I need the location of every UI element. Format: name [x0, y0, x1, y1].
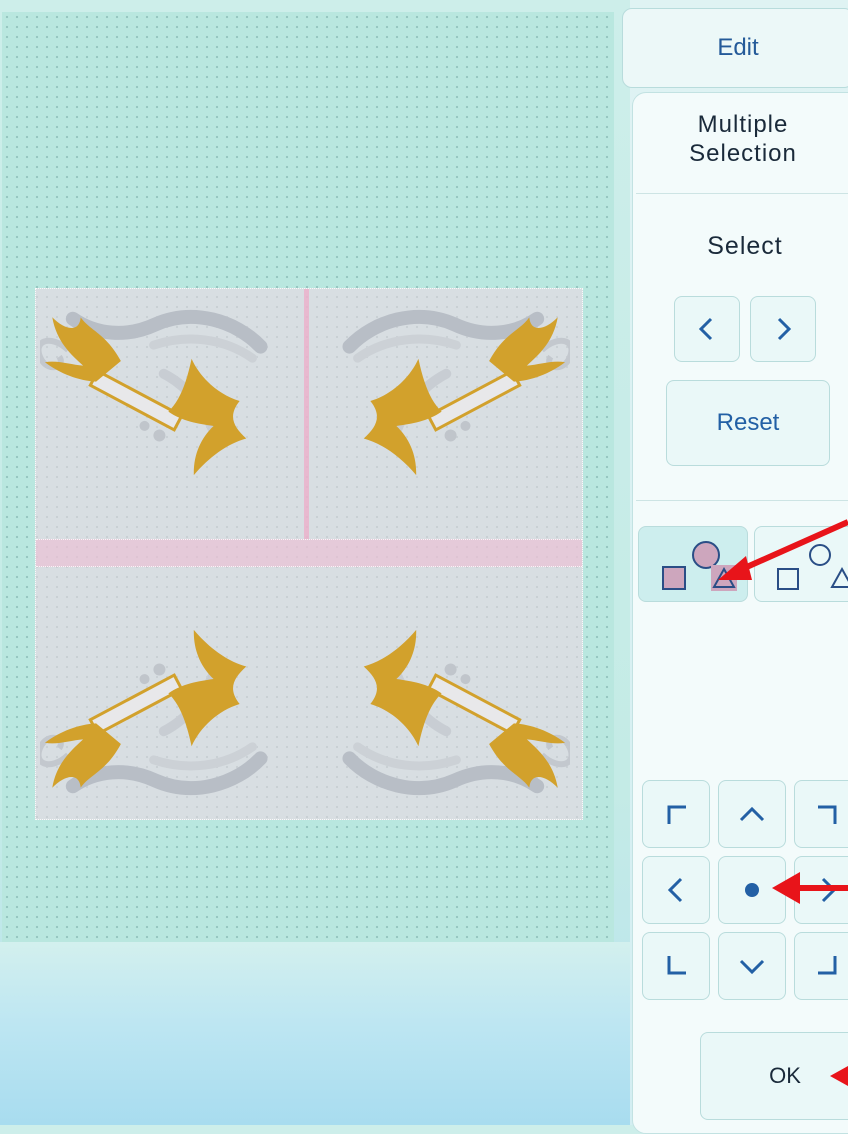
chevron-left-icon: [698, 317, 713, 341]
select-next-button[interactable]: [750, 296, 816, 362]
annotation-arrow-icon: [830, 1066, 848, 1086]
center-dot-icon: [745, 883, 759, 897]
move-left-button[interactable]: [642, 856, 710, 924]
chevron-up-icon: [739, 806, 765, 822]
tab-edit[interactable]: Edit: [622, 8, 848, 88]
chevron-down-icon: [739, 959, 765, 975]
move-corner-bottom-left-button[interactable]: [642, 932, 710, 1000]
tab-edit-label: Edit: [717, 34, 759, 61]
panel-title: Multiple Selection: [648, 110, 838, 168]
move-up-button[interactable]: [718, 780, 786, 848]
chevron-left-icon: [667, 877, 683, 903]
panel-title-line1: Multiple: [697, 111, 789, 138]
select-previous-button[interactable]: [674, 296, 740, 362]
move-corner-bottom-right-button[interactable]: [794, 932, 848, 1000]
select-label: Select: [707, 232, 783, 260]
reset-button[interactable]: Reset: [666, 380, 830, 466]
embroidery-motif-top-left: [40, 295, 280, 525]
canvas-footer: [0, 942, 630, 1125]
embroidery-motif-top-right: [330, 295, 570, 525]
corner-bottom-left-icon: [667, 956, 686, 975]
ok-button-label: OK: [769, 1063, 801, 1088]
embroidery-motif-bottom-right: [330, 560, 570, 810]
move-corner-top-right-button[interactable]: [794, 780, 848, 848]
corner-bottom-right-icon: [818, 956, 837, 975]
move-corner-top-left-button[interactable]: [642, 780, 710, 848]
corner-top-left-icon: [667, 805, 686, 824]
reset-button-label: Reset: [716, 409, 780, 436]
divider: [636, 193, 848, 194]
hoop-vertical-guide: [304, 289, 309, 539]
annotation-arrow-icon: [772, 872, 848, 904]
embroidery-motif-bottom-left: [40, 560, 280, 810]
panel-title-line2: Selection: [689, 140, 797, 167]
chevron-right-icon: [777, 317, 792, 341]
annotation-arrow-icon: [718, 519, 848, 580]
corner-top-right-icon: [818, 805, 837, 824]
move-down-button[interactable]: [718, 932, 786, 1000]
